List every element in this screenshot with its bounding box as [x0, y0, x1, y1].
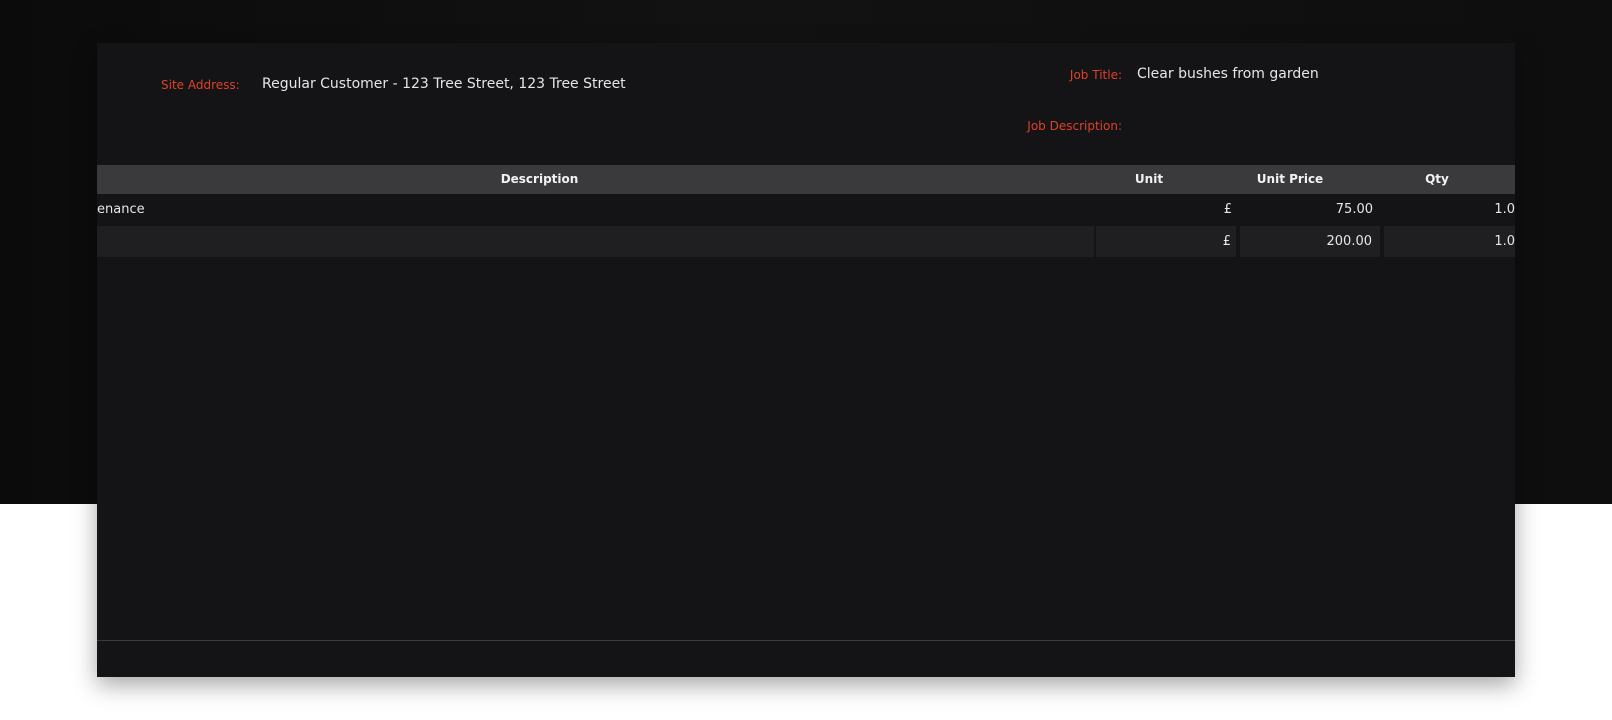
table-row[interactable]: enance £ 75.00 1.0 — [97, 194, 1515, 225]
row-unit-price[interactable]: 200.00 — [1240, 226, 1380, 257]
job-description-label: Job Description: — [1027, 119, 1122, 133]
row-qty[interactable]: 1.0 — [1384, 226, 1515, 257]
row-currency: £ — [1223, 202, 1232, 217]
table-row[interactable]: £ 200.00 1.0 — [97, 226, 1515, 257]
site-address-value[interactable]: Regular Customer - 123 Tree Street, 123 … — [262, 76, 626, 92]
footer-divider — [97, 640, 1515, 641]
column-header-unit[interactable]: Unit — [1097, 165, 1201, 194]
row-description[interactable]: enance — [97, 194, 1077, 225]
row-unit-price[interactable]: 75.00 — [1241, 194, 1381, 225]
row-description[interactable] — [97, 226, 1094, 257]
column-header-unit-price[interactable]: Unit Price — [1226, 165, 1354, 194]
line-items-header: Description Unit Unit Price Qty — [97, 165, 1515, 194]
job-details-panel: Site Address: Regular Customer - 123 Tre… — [97, 43, 1515, 677]
row-currency: £ — [1096, 226, 1236, 257]
site-address-label: Site Address: — [161, 78, 240, 92]
column-header-description[interactable]: Description — [97, 165, 982, 194]
column-header-qty[interactable]: Qty — [1367, 165, 1507, 194]
job-title-label: Job Title: — [1069, 68, 1122, 82]
job-title-value[interactable]: Clear bushes from garden — [1137, 66, 1319, 82]
row-qty[interactable]: 1.0 — [1385, 194, 1515, 225]
